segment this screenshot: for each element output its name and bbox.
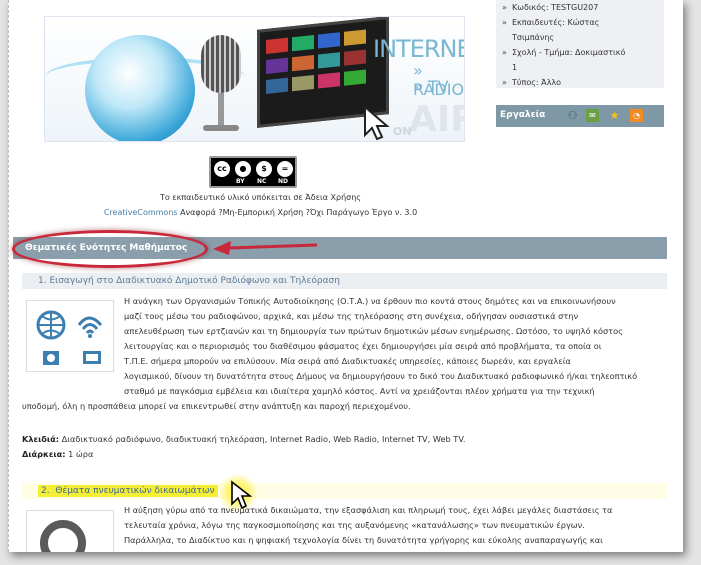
rss-icon[interactable]: ◔	[630, 109, 643, 122]
topic-2-title[interactable]: Θέματα πνευματικών δικαιωμάτων	[55, 486, 214, 496]
course-school-cont: 1	[512, 63, 518, 72]
topic-2-number: 2.	[41, 486, 50, 496]
nc-dollar-icon: $	[256, 161, 272, 177]
course-instructor: Εκπαιδευτές: Κώστας	[502, 15, 658, 30]
star-icon[interactable]: ★	[608, 109, 621, 122]
page-frame: INTERNET » RADIO » TV AIR ON cc ● $ = BY…	[8, 0, 683, 552]
creative-commons-badge[interactable]: cc ● $ = BY NC ND	[209, 156, 297, 188]
banner-internet-text: INTERNET	[373, 35, 464, 63]
nd-equals-icon: =	[277, 161, 293, 177]
banner-on-text: ON	[393, 125, 412, 138]
topic-1-image	[26, 300, 114, 372]
by-person-icon: ●	[235, 161, 251, 177]
badge-label-nd: ND	[278, 178, 289, 185]
creative-commons-link[interactable]: CreativeCommons	[104, 208, 178, 217]
license-type-text: Αναφορά ?Μη-Εμπορική Χρήση ?Όχι Παράγωγο…	[180, 208, 418, 217]
users-icon[interactable]: ⚇	[566, 109, 579, 122]
topic-1-description-end: υποδομή, όλη η προσπάθεια μπορεί να επικ…	[22, 401, 411, 411]
topic-1-keywords: Κλειδιά: Διαδικτυακό ραδιόφωνο, διαδικτυ…	[22, 434, 466, 444]
tools-title: Εργαλεία	[500, 110, 546, 120]
topic-1-description: Η ανάγκη των Οργανισμών Τοπικής Αυτοδιοί…	[124, 296, 638, 396]
annotation-oval	[12, 230, 208, 268]
badge-label-by: BY	[236, 178, 245, 185]
badge-label-nc: NC	[257, 178, 267, 185]
course-instructor-name: Τσιμπάνης	[512, 33, 555, 42]
cc-logo-icon: cc	[214, 161, 230, 177]
globe-graphic	[85, 35, 195, 141]
course-banner-image: INTERNET » RADIO » TV AIR ON	[44, 16, 465, 142]
topic-1-title[interactable]: Εισαγωγή στο Διαδικτυακό Δημοτικό Ραδιόφ…	[49, 276, 339, 286]
course-type: Τύπος: Άλλο	[502, 75, 658, 90]
course-info-box: Κωδικός: TESTGU207 Εκπαιδευτές: Κώστας Τ…	[496, 0, 664, 90]
cursor-graphic-icon	[364, 105, 390, 141]
topic-2-title-highlight[interactable]: 2. Θέματα πνευματικών δικαιωμάτων	[38, 485, 218, 497]
course-code: Κωδικός: TESTGU207	[502, 0, 658, 15]
topic-1-header[interactable]: 1. Εισαγωγή στο Διαδικτυακό Δημοτικό Ραδ…	[22, 273, 667, 289]
course-school: Σχολή - Τμήμα: Δοκιμαστικό	[502, 45, 658, 60]
banner-air-text: AIR	[409, 99, 464, 140]
license-text: Το εκπαιδευτικό υλικό υπόκειται σε Άδεια…	[159, 193, 361, 202]
email-icon[interactable]: ✉	[586, 109, 599, 122]
banner-tv-text: » TV	[413, 77, 449, 96]
annotation-arrow-icon	[213, 241, 318, 255]
topic-1-number: 1.	[38, 276, 47, 286]
topic-2-description: Η αύξηση γύρω από τα πνευματικά δικαιώμα…	[124, 505, 613, 545]
license-line: CreativeCommons Αναφορά ?Μη-Εμπορική Χρή…	[8, 208, 513, 217]
tools-bar: Εργαλεία ⚇ ✉ ★ ◔	[496, 105, 664, 127]
microphone-graphic	[201, 35, 241, 93]
topic-1-duration: Διάρκεια: 1 ώρα	[22, 449, 94, 459]
topic-2-header[interactable]: 2. Θέματα πνευματικών δικαιωμάτων	[22, 483, 667, 499]
